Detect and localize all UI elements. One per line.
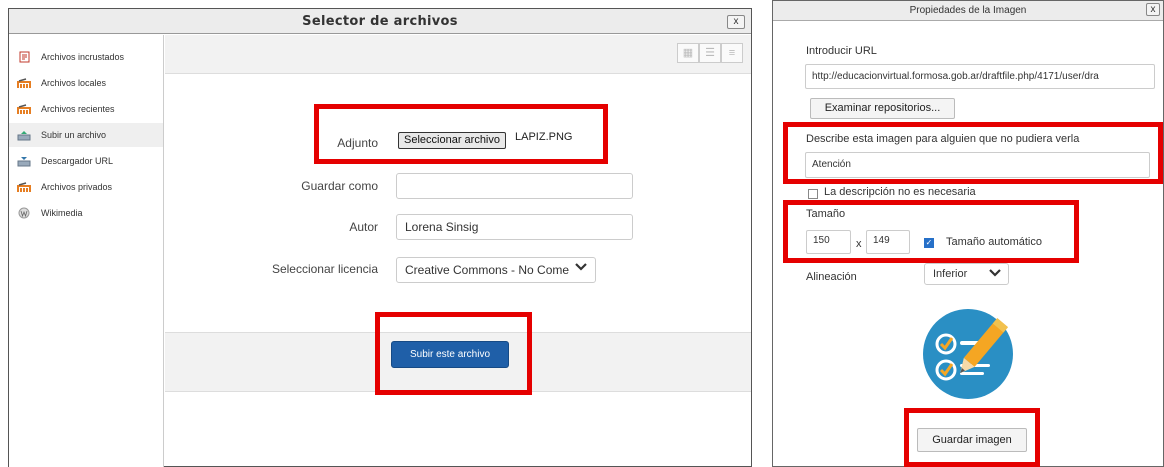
- icon-view-icon[interactable]: ▦: [677, 43, 699, 63]
- save-as-input[interactable]: [396, 173, 633, 199]
- highlight-size: [783, 200, 1079, 263]
- sidebar-item-url-downloader[interactable]: Descargador URL: [9, 149, 163, 173]
- screenshot-root: Selector de archivos x Archivos incrusta…: [0, 0, 1164, 467]
- upload-icon: [17, 129, 31, 141]
- highlight-description: [783, 122, 1163, 184]
- wikimedia-icon: [17, 207, 31, 219]
- save-as-label: Guardar como: [301, 179, 378, 193]
- file-picker-toolbar: ▦ ☰ ≡: [165, 35, 751, 74]
- license-select[interactable]: Creative Commons - No Come: [396, 257, 596, 283]
- moodle-repository-icon: [17, 181, 31, 193]
- file-picker-dialog: Selector de archivos x Archivos incrusta…: [8, 8, 752, 467]
- description-not-needed-label: La descripción no es necesaria: [824, 186, 976, 198]
- sidebar-item-embedded-files[interactable]: Archivos incrustados: [9, 45, 163, 69]
- chevron-down-icon: [988, 266, 1002, 283]
- sidebar-item-label: Archivos recientes: [41, 104, 115, 114]
- sidebar-item-label: Archivos privados: [41, 182, 113, 192]
- tree-view-icon[interactable]: ≡: [721, 43, 743, 63]
- highlight-upload-button: [375, 312, 532, 395]
- list-view-icon[interactable]: ☰: [699, 43, 721, 63]
- url-input[interactable]: http://educacionvirtual.formosa.gob.ar/d…: [805, 64, 1155, 89]
- url-label: Introducir URL: [806, 45, 877, 57]
- embedded-files-icon: [17, 51, 31, 63]
- license-selected-value: Creative Commons - No Come: [405, 263, 570, 277]
- view-mode-buttons: ▦ ☰ ≡: [677, 43, 743, 63]
- file-picker-close-button[interactable]: x: [727, 15, 745, 29]
- image-properties-title: Propiedades de la Imagen: [773, 1, 1163, 21]
- sidebar-item-label: Wikimedia: [41, 208, 83, 218]
- highlight-save-button: [904, 408, 1040, 467]
- license-label: Seleccionar licencia: [271, 262, 378, 276]
- highlight-attachment: [314, 104, 608, 164]
- sidebar-item-upload-file[interactable]: Subir un archivo: [9, 123, 163, 147]
- sidebar-item-label: Archivos locales: [41, 78, 107, 88]
- sidebar-item-label: Archivos incrustados: [41, 52, 125, 62]
- sidebar-item-private-files[interactable]: Archivos privados: [9, 175, 163, 199]
- browse-repositories-button[interactable]: Examinar repositorios...: [810, 98, 955, 119]
- image-properties-close-button[interactable]: x: [1146, 3, 1160, 16]
- sidebar-item-label: Descargador URL: [41, 156, 114, 166]
- author-input[interactable]: Lorena Sinsig: [396, 214, 633, 240]
- chevron-down-icon: [574, 260, 588, 277]
- repository-sidebar: Archivos incrustados Archivos locales Ar…: [9, 35, 164, 467]
- moodle-repository-icon: [17, 77, 31, 89]
- url-download-icon: [17, 155, 31, 167]
- sidebar-item-label: Subir un archivo: [41, 130, 107, 140]
- description-not-needed-checkbox[interactable]: [808, 189, 818, 199]
- checklist-pencil-icon: [923, 309, 1013, 399]
- sidebar-item-local-files[interactable]: Archivos locales: [9, 71, 163, 95]
- file-picker-title: Selector de archivos: [9, 9, 751, 34]
- moodle-repository-icon: [17, 103, 31, 115]
- author-label: Autor: [349, 220, 378, 234]
- alignment-label: Alineación: [806, 271, 857, 283]
- sidebar-item-wikimedia[interactable]: Wikimedia: [9, 201, 163, 225]
- image-preview: [914, 308, 1022, 400]
- sidebar-item-recent-files[interactable]: Archivos recientes: [9, 97, 163, 121]
- alignment-selected-value: Inferior: [933, 268, 968, 280]
